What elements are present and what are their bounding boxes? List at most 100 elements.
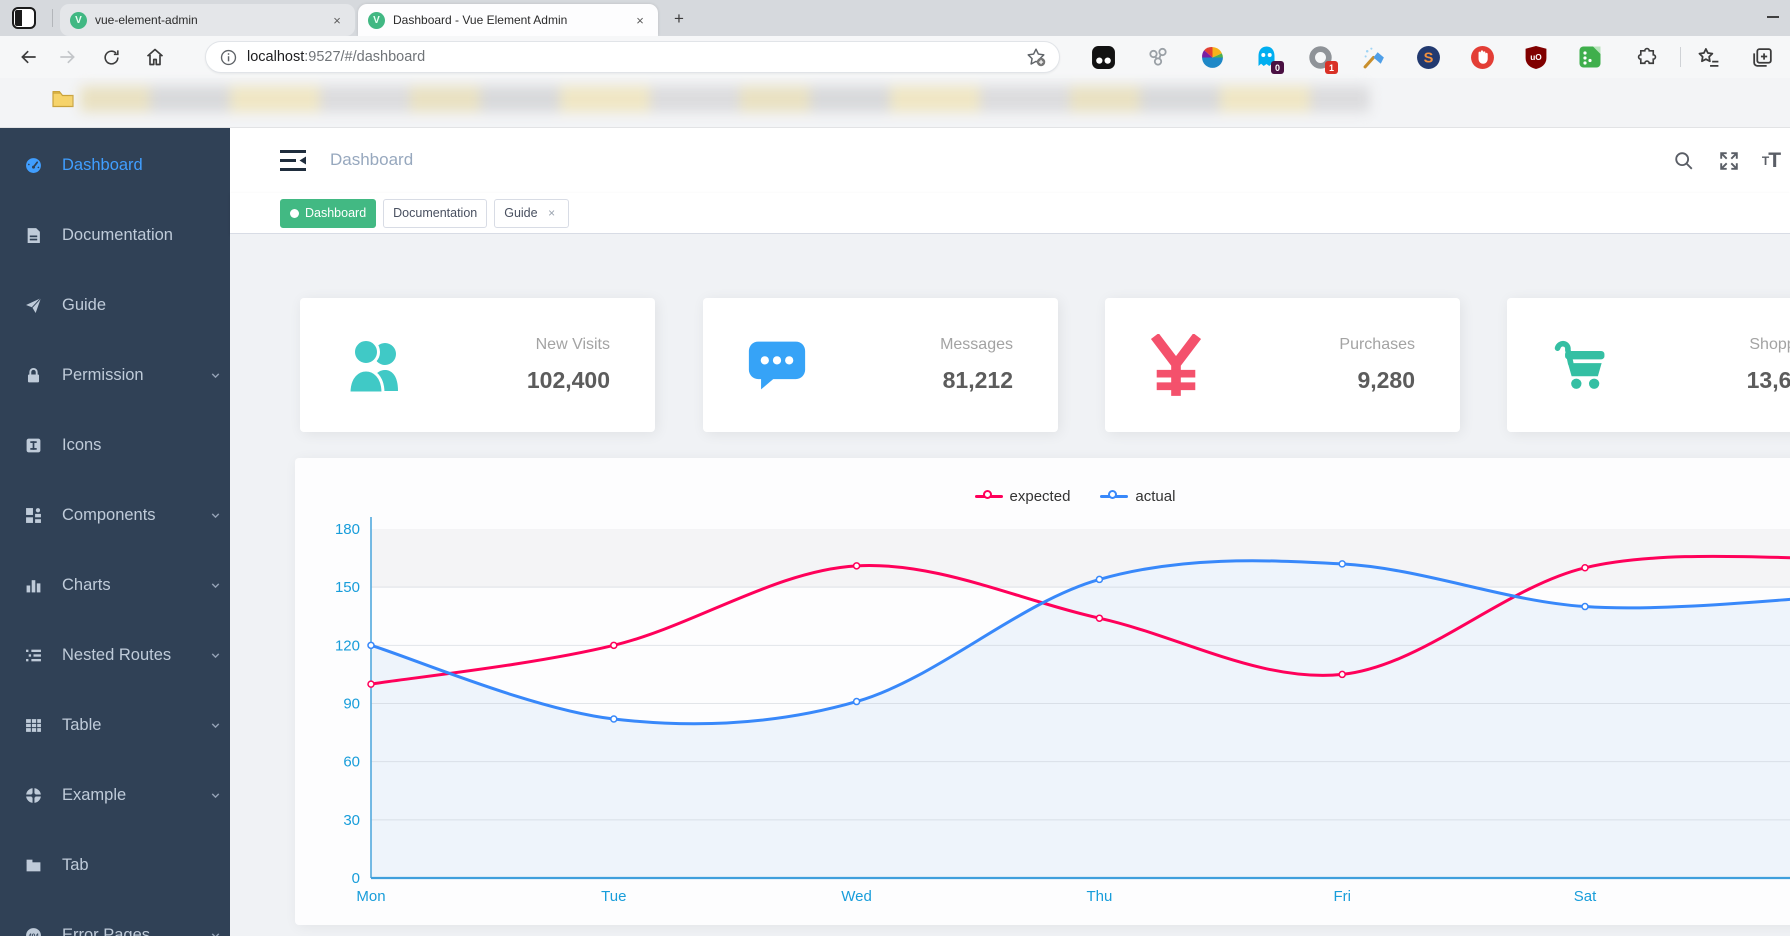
paper-plane-icon — [25, 297, 42, 314]
tag-guide[interactable]: Guide × — [494, 198, 569, 228]
svg-text:Sat: Sat — [1574, 888, 1597, 905]
cart-icon — [1551, 337, 1621, 393]
vue-logo-icon: V — [70, 11, 87, 29]
component-grid-icon — [25, 507, 42, 524]
svg-text:Fri: Fri — [1333, 888, 1351, 905]
tag-label: Guide — [504, 206, 538, 220]
screen: V vue-element-admin × V Dashboard - Vue … — [0, 0, 1790, 936]
close-icon[interactable]: × — [329, 12, 345, 28]
search-icon[interactable] — [1667, 144, 1701, 178]
ublock-shield-extension-icon[interactable]: uO — [1522, 43, 1550, 71]
close-icon[interactable]: × — [632, 12, 648, 28]
sidebar-item-table[interactable]: Table — [0, 690, 230, 760]
svg-text:60: 60 — [343, 754, 360, 771]
sidebar-item-guide[interactable]: Guide — [0, 270, 230, 340]
document-icon — [25, 227, 42, 244]
swirl-extension-icon[interactable]: S — [1414, 43, 1442, 71]
sidebar-item-components[interactable]: Components — [0, 480, 230, 550]
main-area: Dashboard TT Dashboard Documentation Gui… — [230, 128, 1790, 936]
color-bowl-extension-icon[interactable] — [1198, 43, 1226, 71]
vue-element-admin-app: Dashboard Documentation Guide Permission… — [0, 128, 1790, 936]
stat-card-new-visits[interactable]: New Visits 102,400 — [300, 298, 655, 432]
svg-text:Tue: Tue — [601, 888, 626, 905]
svg-text:S: S — [1423, 50, 1433, 66]
stat-value: 9,280 — [1357, 367, 1415, 393]
close-icon[interactable]: × — [545, 206, 559, 220]
ring-extension-icon[interactable]: 1 — [1306, 43, 1338, 74]
svg-text:Mon: Mon — [356, 888, 385, 905]
info-icon[interactable] — [220, 49, 237, 66]
browser-tab-strip: V vue-element-admin × V Dashboard - Vue … — [0, 0, 1790, 36]
star-add-icon[interactable] — [1025, 46, 1047, 68]
broom-extension-icon[interactable] — [1360, 43, 1388, 71]
svg-text:90: 90 — [343, 696, 360, 713]
home-icon[interactable] — [140, 42, 170, 72]
browser-tab-2-active[interactable]: V Dashboard - Vue Element Admin × — [358, 4, 658, 36]
chevron-down-icon — [209, 789, 222, 802]
line-chart[interactable]: 0306090120150180MonTueWedThuFriSatSun — [295, 458, 1790, 925]
folder-icon[interactable] — [52, 90, 74, 108]
extension-badge: 0 — [1271, 61, 1284, 74]
stat-card-messages[interactable]: Messages 81,212 — [703, 298, 1058, 432]
tab-workspaces-icon[interactable] — [12, 7, 36, 29]
extension-badge: 1 — [1325, 61, 1338, 74]
stat-card-purchases[interactable]: Purchases 9,280 — [1105, 298, 1460, 432]
svg-text:Thu: Thu — [1086, 888, 1112, 905]
stat-label: New Visits — [535, 336, 610, 353]
dark-tiles-extension-icon[interactable] — [1089, 43, 1117, 71]
sidebar-item-documentation[interactable]: Documentation — [0, 200, 230, 270]
chevron-down-icon — [209, 509, 222, 522]
linked-circles-extension-icon[interactable] — [1144, 43, 1172, 71]
stat-card-shopping[interactable]: Shopping 13,600 — [1507, 298, 1790, 432]
svg-text:30: 30 — [343, 812, 360, 829]
tab-title: vue-element-admin — [95, 13, 198, 27]
sidebar-item-icons[interactable]: Icons — [0, 410, 230, 480]
new-tab-button[interactable]: + — [668, 8, 690, 30]
chevron-down-icon — [209, 649, 222, 662]
address-bar[interactable]: localhost:9527/#/dashboard — [205, 41, 1060, 73]
tag-documentation[interactable]: Documentation — [383, 198, 488, 228]
letter-i-icon — [25, 437, 42, 454]
puzzle-extension-icon[interactable] — [1633, 43, 1661, 71]
sidebar-collapse-icon[interactable] — [280, 149, 307, 172]
target-icon — [25, 786, 42, 804]
breadcrumb: Dashboard — [330, 150, 414, 169]
browser-tab-1[interactable]: V vue-element-admin × — [60, 4, 355, 36]
sidebar-item-label: Error Pages — [62, 925, 151, 936]
sidebar-item-charts[interactable]: Charts — [0, 550, 230, 620]
url-text[interactable]: localhost:9527/#/dashboard — [247, 49, 1025, 65]
svg-text:404: 404 — [28, 933, 39, 936]
divider — [1680, 47, 1681, 67]
table-icon — [25, 717, 42, 734]
back-icon[interactable] — [14, 42, 44, 72]
sidebar-item-dashboard[interactable]: Dashboard — [0, 130, 230, 200]
sidebar-item-nested-routes[interactable]: Nested Routes — [0, 620, 230, 690]
stat-value: 81,212 — [942, 367, 1013, 393]
app-navbar: Dashboard TT — [230, 128, 1790, 193]
sidebar-item-label: Permission — [62, 365, 144, 384]
collections-icon[interactable] — [1748, 43, 1776, 71]
sidebar-item-permission[interactable]: Permission — [0, 340, 230, 410]
sidebar-item-example[interactable]: Example — [0, 760, 230, 830]
svg-text:Wed: Wed — [841, 888, 872, 905]
sidebar-item-tab[interactable]: Tab — [0, 830, 230, 900]
text-size-icon[interactable]: TT — [1754, 144, 1788, 178]
green-script-extension-icon[interactable] — [1576, 43, 1604, 71]
tree-list-icon — [25, 647, 42, 664]
bar-chart-icon — [25, 577, 42, 594]
tag-label: Dashboard — [305, 206, 367, 220]
stop-hand-extension-icon[interactable] — [1468, 43, 1496, 71]
peoples-icon — [344, 337, 414, 393]
ghost-extension-icon[interactable]: 0 — [1252, 43, 1284, 74]
sidebar-item-error-pages[interactable]: 404 Error Pages — [0, 900, 230, 936]
favorites-list-icon[interactable] — [1694, 43, 1722, 71]
minimize-button[interactable] — [1760, 0, 1786, 34]
tag-dashboard[interactable]: Dashboard — [280, 198, 377, 228]
lock-icon — [25, 367, 42, 384]
line-chart-card: expected actual 0 30 60 90 120 150 180 Mon Tue We… — [295, 458, 1790, 925]
favorites-bar[interactable] — [0, 78, 1790, 128]
refresh-icon[interactable] — [96, 42, 126, 72]
chevron-down-icon — [209, 369, 222, 382]
gauge-icon — [25, 157, 42, 174]
fullscreen-icon[interactable] — [1712, 144, 1746, 178]
